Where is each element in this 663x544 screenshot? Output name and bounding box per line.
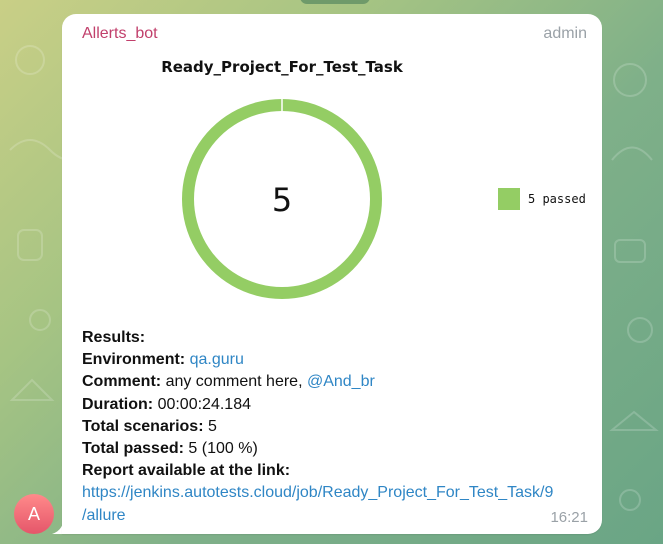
total-passed-line: Total passed: 5 (100 %) bbox=[82, 440, 258, 458]
legend-label-passed: 5 passed bbox=[528, 192, 586, 206]
donut-center-label: 5 bbox=[272, 181, 292, 219]
environment-link[interactable]: qa.guru bbox=[190, 351, 244, 368]
message-bubble[interactable]: Allerts_bot admin Ready_Project_For_Test… bbox=[62, 14, 602, 534]
legend-swatch-passed bbox=[498, 188, 520, 210]
avatar[interactable]: A bbox=[14, 494, 54, 534]
mention-link[interactable]: @And_br bbox=[307, 373, 375, 390]
total-scenarios-line: Total scenarios: 5 bbox=[82, 417, 217, 435]
message-time: 16:21 bbox=[550, 509, 588, 526]
sender-name[interactable]: Allerts_bot bbox=[82, 25, 158, 43]
top-scroll-pill bbox=[300, 0, 370, 4]
chart-title: Ready_Project_For_Test_Task bbox=[161, 58, 403, 76]
results-line: Results: bbox=[82, 329, 146, 346]
report-line: Report available at the link: bbox=[82, 462, 291, 480]
message-text: Results: Environment: qa.guru Comment: a… bbox=[82, 327, 592, 527]
chart-legend: 5 passed bbox=[498, 188, 586, 210]
sender-role-badge: admin bbox=[543, 25, 587, 42]
duration-line: Duration: 00:00:24.184 bbox=[82, 395, 251, 413]
avatar-letter: A bbox=[27, 503, 40, 524]
donut-chart: 5 bbox=[181, 99, 382, 299]
report-link[interactable]: https://jenkins.autotests.cloud/job/Read… bbox=[82, 482, 592, 526]
comment-line: Comment: any comment here, @And_br bbox=[82, 373, 375, 391]
environment-line: Environment: qa.guru bbox=[82, 351, 244, 369]
